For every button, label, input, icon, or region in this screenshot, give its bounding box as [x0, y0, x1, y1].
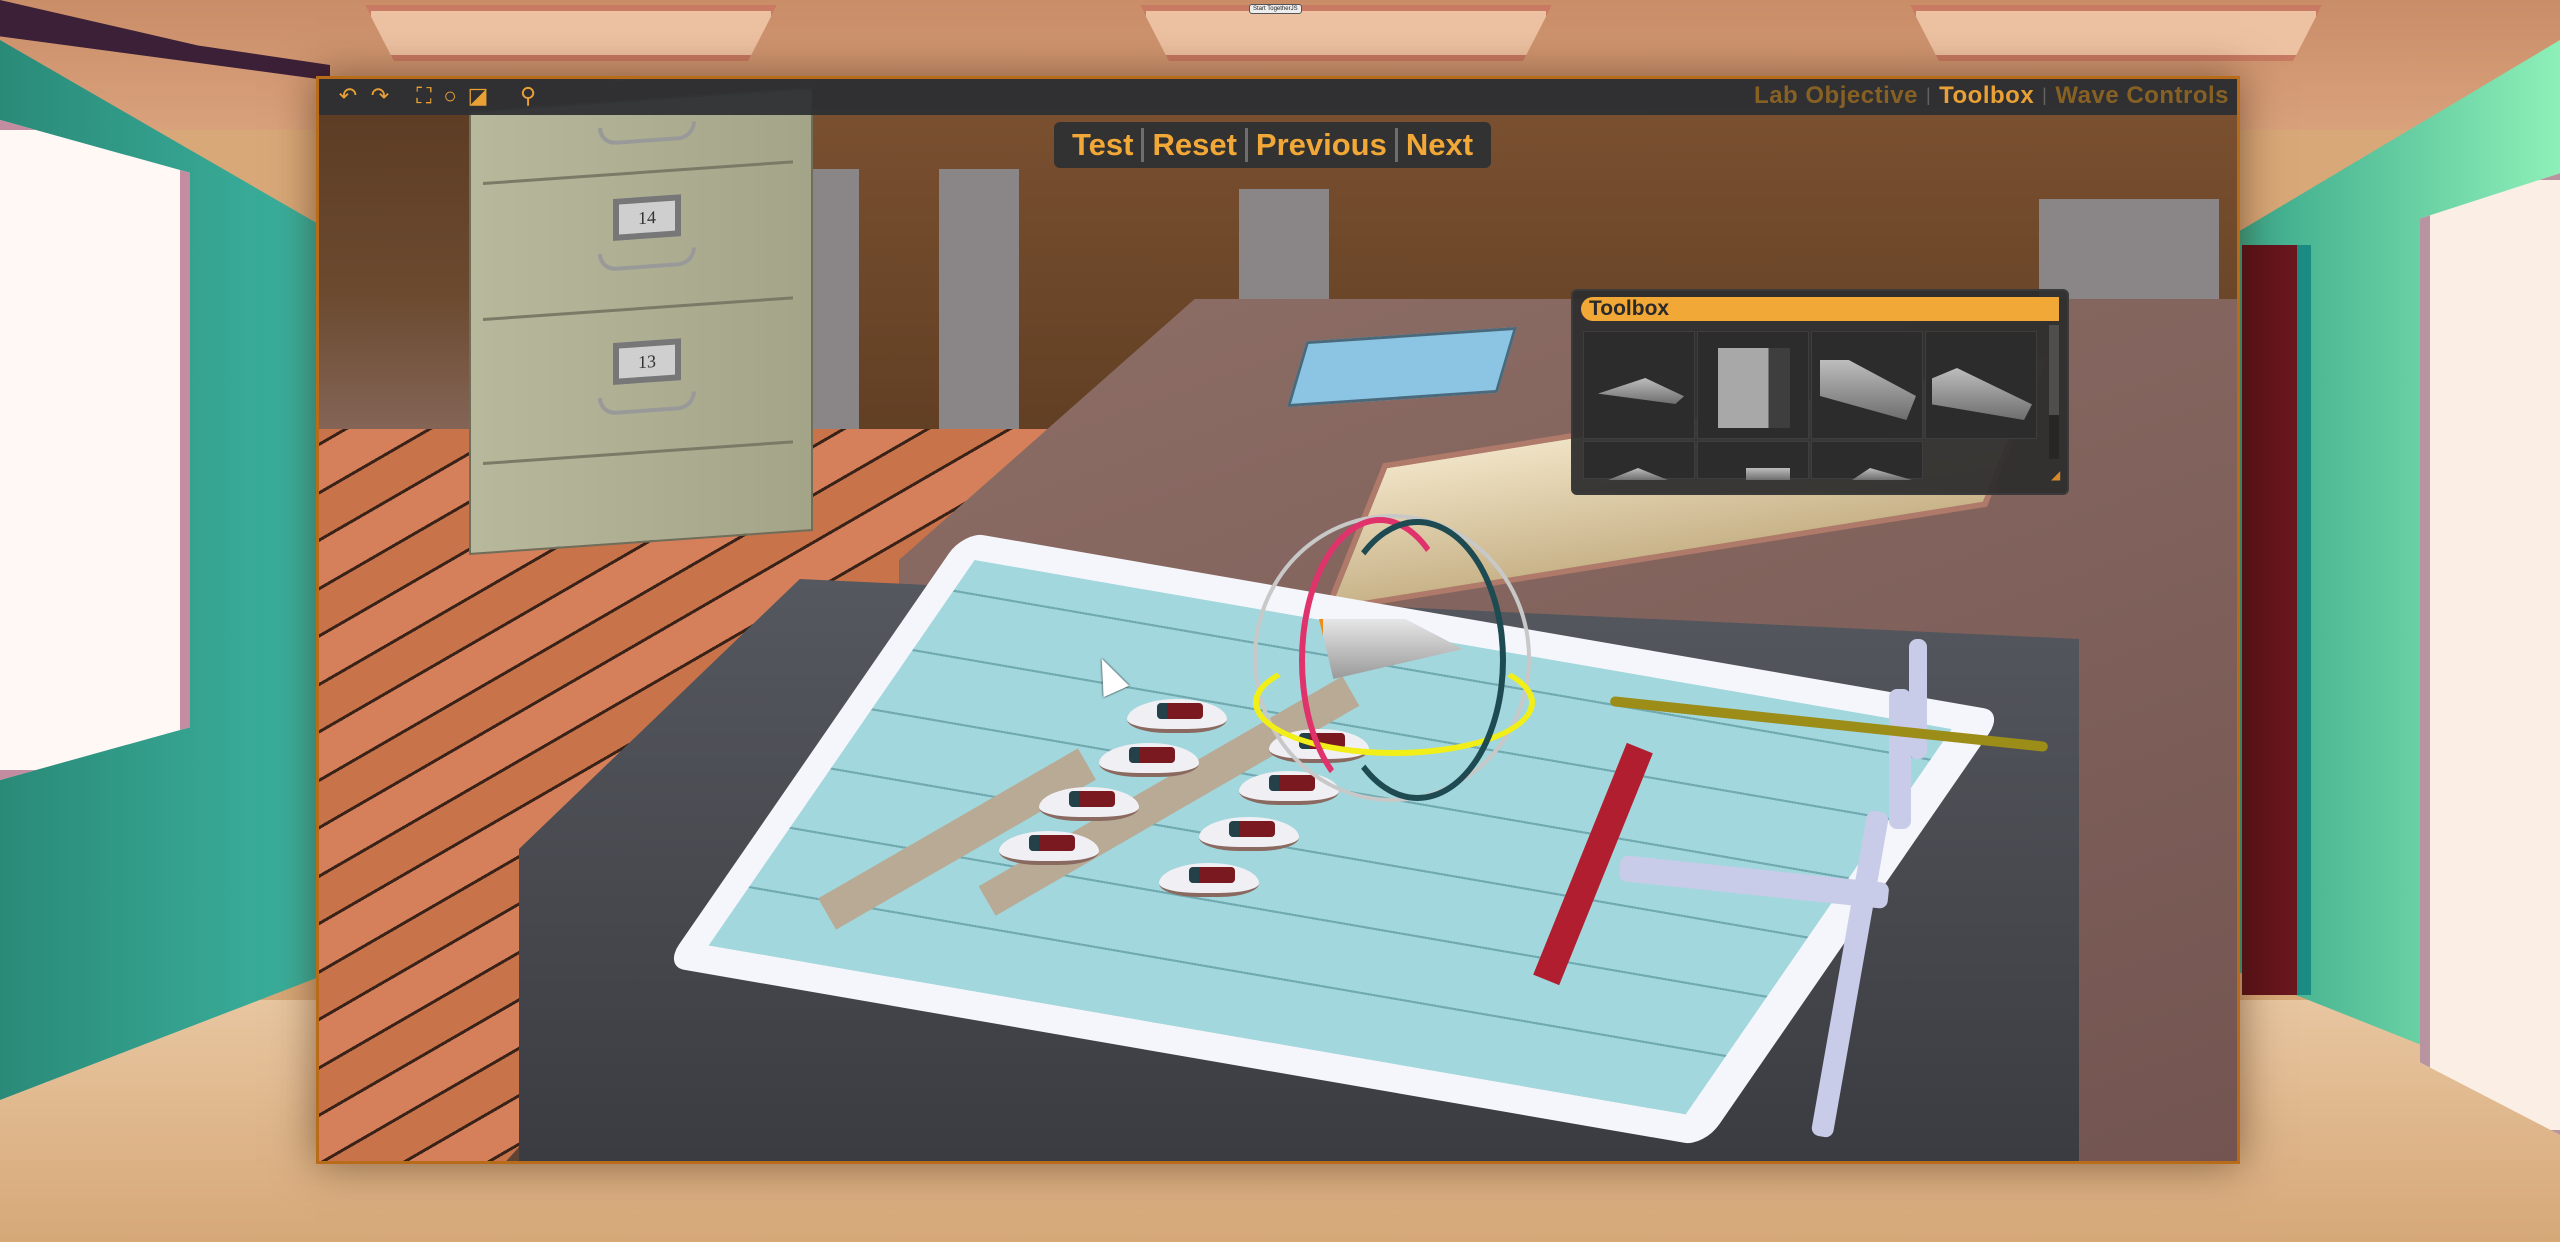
game-window[interactable]: 15 14 13: [316, 76, 2240, 1164]
previous-button[interactable]: Previous: [1248, 127, 1395, 163]
block-icon: [1746, 468, 1790, 480]
ceiling-light: [1140, 5, 1552, 61]
tab-wave-controls[interactable]: Wave Controls: [2055, 82, 2229, 109]
stand-post: [1909, 639, 1927, 759]
drawer: 14: [483, 166, 793, 322]
top-toolbar: ↶ ↷ ⛶ ○ ◪ ⚲ Lab Objective | Toolbox | Wave C…: [319, 79, 2237, 115]
3d-scene[interactable]: 15 14 13: [319, 79, 2237, 1161]
scale-icon[interactable]: ◪: [465, 83, 491, 109]
shallow-ramp-icon: [1598, 378, 1684, 404]
boat: [1099, 743, 1199, 777]
drawer: 13: [483, 310, 793, 466]
toolbox-item-steep-ramp[interactable]: [1811, 331, 1923, 439]
redo-icon[interactable]: ↷: [367, 83, 393, 109]
drawer-handle: [598, 247, 696, 273]
cube-block-icon: [1718, 348, 1790, 428]
fullscreen-icon[interactable]: ⛶: [411, 83, 437, 109]
steep-ramp-icon: [1820, 360, 1916, 420]
test-button[interactable]: Test: [1064, 127, 1141, 163]
ceiling-light: [1910, 5, 2322, 61]
reset-button[interactable]: Reset: [1144, 127, 1244, 163]
boat: [999, 831, 1099, 865]
tab-separator: |: [1925, 85, 1932, 105]
tab-toolbox[interactable]: Toolbox: [1939, 82, 2034, 109]
toolbox-scrollbar[interactable]: [2049, 325, 2059, 459]
toolbox-item-block-6[interactable]: [1697, 441, 1809, 480]
boat: [1159, 863, 1259, 897]
right-shelf: [2242, 245, 2311, 995]
toolbox-scrollbar-thumb[interactable]: [2049, 325, 2059, 415]
togetherjs-button[interactable]: Start TogetherJS: [1249, 4, 1302, 14]
ceiling-light: [365, 5, 777, 61]
boat: [1039, 787, 1139, 821]
drawer-handle: [598, 391, 696, 417]
toolbox-item-ramp-5[interactable]: [1583, 441, 1695, 480]
ramp-icon: [1852, 468, 1912, 480]
simulation-controls: Test Reset Previous Next: [1054, 122, 1492, 168]
tab-separator: |: [2042, 85, 2048, 105]
toolbox-title[interactable]: Toolbox: [1581, 297, 2059, 321]
toolbox-item-cube-block[interactable]: [1697, 331, 1809, 439]
toolbox-item-medium-ramp[interactable]: [1925, 331, 2037, 439]
tab-lab-objective[interactable]: Lab Objective: [1754, 82, 1918, 109]
drawer-label: 13: [613, 338, 681, 385]
next-button[interactable]: Next: [1398, 127, 1481, 163]
left-window: [0, 120, 190, 780]
camera-icon[interactable]: ⚲: [515, 83, 541, 109]
panel-tabs: Lab Objective | Toolbox | Wave Controls: [1754, 82, 2229, 110]
medium-ramp-icon: [1932, 368, 2032, 420]
undo-icon[interactable]: ↶: [335, 83, 361, 109]
drawer-handle: [598, 121, 696, 147]
right-door: [2420, 170, 2560, 1140]
boat: [1127, 699, 1227, 733]
boat: [1199, 817, 1299, 851]
resize-handle-icon[interactable]: ◢: [2051, 469, 2063, 481]
toolbox-item-shallow-ramp[interactable]: [1583, 331, 1695, 439]
filing-cabinet: 15 14 13: [469, 79, 813, 556]
toolbox-panel[interactable]: Toolbox: [1571, 289, 2069, 495]
rotate-icon[interactable]: ○: [437, 83, 463, 109]
ramp-icon: [1608, 468, 1668, 480]
toolbox-item-ramp-7[interactable]: [1811, 441, 1923, 480]
stand-post: [1889, 689, 1911, 829]
drawer-label: 14: [613, 194, 681, 241]
wall-panel: [939, 169, 1019, 469]
